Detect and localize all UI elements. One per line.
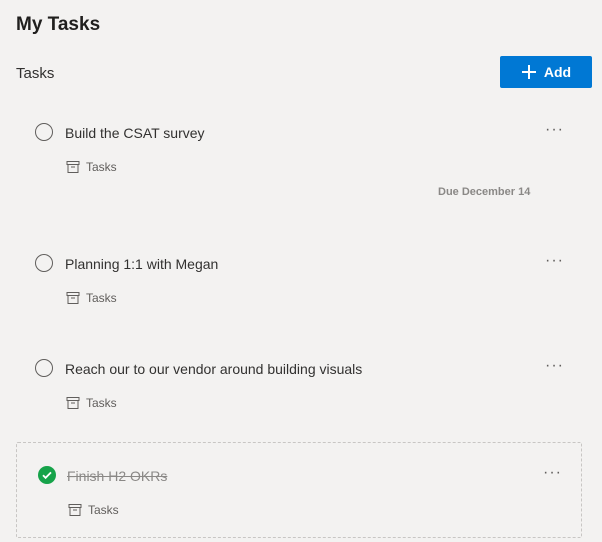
more-options-button[interactable]: ··· (543, 464, 562, 482)
page-title: My Tasks (16, 14, 101, 35)
task-bucket: Tasks (68, 503, 119, 517)
more-options-button[interactable]: ··· (545, 357, 564, 375)
circle-icon[interactable] (35, 359, 53, 377)
task-bucket-label: Tasks (86, 160, 117, 174)
circle-icon[interactable] (35, 123, 53, 141)
more-options-button[interactable]: ··· (545, 121, 564, 139)
circle-icon[interactable] (35, 254, 53, 272)
task-bucket-label: Tasks (86, 291, 117, 305)
task-title[interactable]: Reach our to our vendor around building … (65, 361, 362, 377)
task-bucket: Tasks (66, 160, 117, 174)
check-icon[interactable] (38, 466, 56, 484)
section-label: Tasks (16, 65, 55, 82)
archive-icon (68, 503, 82, 517)
task-item[interactable]: Build the CSAT survey ··· Tasks Due Dece… (16, 110, 580, 220)
archive-icon (66, 291, 80, 305)
task-item[interactable]: Reach our to our vendor around building … (16, 347, 580, 427)
task-title[interactable]: Build the CSAT survey (65, 125, 205, 141)
archive-icon (66, 160, 80, 174)
archive-icon (66, 396, 80, 410)
task-bucket: Tasks (66, 396, 117, 410)
task-item-selected[interactable]: Finish H2 OKRs ··· Tasks (16, 442, 582, 538)
add-button[interactable]: Add (500, 56, 592, 88)
add-button-label: Add (543, 64, 572, 80)
task-title[interactable]: Planning 1:1 with Megan (65, 256, 218, 272)
due-date: Due December 14 (438, 186, 531, 198)
task-title[interactable]: Finish H2 OKRs (67, 468, 167, 484)
task-bucket-label: Tasks (86, 396, 117, 410)
task-item[interactable]: Planning 1:1 with Megan ··· Tasks (16, 242, 580, 322)
task-bucket: Tasks (66, 291, 117, 305)
task-bucket-label: Tasks (88, 503, 119, 517)
plus-icon (521, 64, 537, 80)
more-options-button[interactable]: ··· (545, 252, 564, 270)
